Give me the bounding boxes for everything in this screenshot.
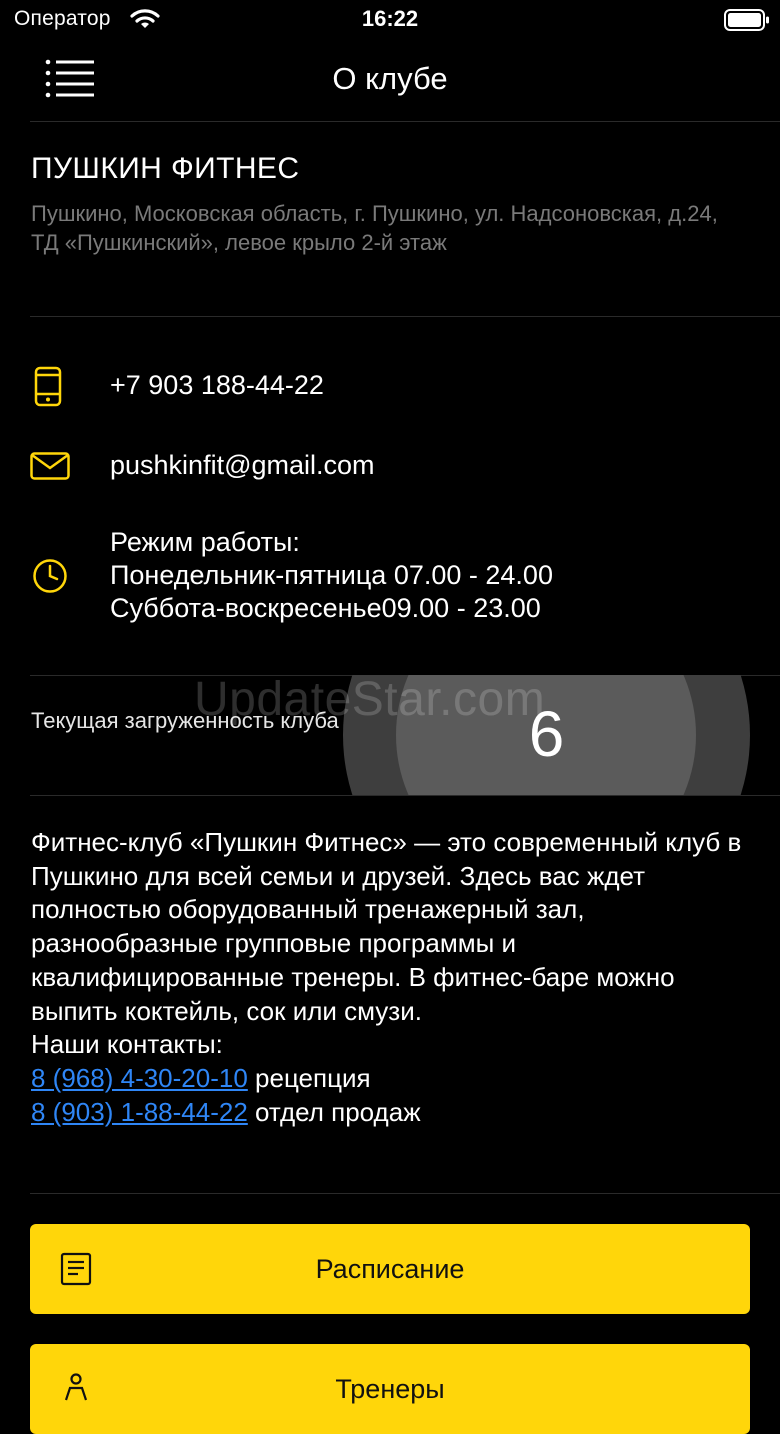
sales-label: отдел продаж [247, 1096, 421, 1127]
page-title: О клубе [332, 61, 448, 96]
trainers-button-label: Тренеры [335, 1374, 445, 1404]
watermark: UpdateStar.com [194, 673, 546, 726]
schedule-button-label: Расписание [315, 1254, 465, 1284]
working-hours: Режим работы: Понедельник-пятница 07.00 … [110, 526, 553, 625]
divider [30, 121, 780, 122]
club-email[interactable]: pushkinfit@gmail.com [110, 450, 375, 481]
club-phone[interactable]: +7 903 188-44-22 [110, 370, 324, 401]
description-text: Фитнес-клуб «Пушкин Фитнес» — это соврем… [31, 827, 742, 1026]
reception-label: рецепция [247, 1062, 371, 1093]
club-name: ПУШКИН ФИТНЕС [31, 152, 300, 185]
hours-title: Режим работы: [110, 527, 300, 557]
contact-line-sales: 8 (903) 1-88-44-22 отдел продаж [31, 1096, 761, 1130]
status-time: 16:22 [361, 6, 419, 31]
reception-phone-link[interactable]: 8 (968) 4-30-20-10 [31, 1063, 248, 1093]
contacts-heading: Наши контакты: [31, 1029, 223, 1060]
club-address: Пушкино, Московская область, г. Пушкино,… [31, 201, 718, 255]
divider [30, 316, 780, 317]
clock-icon [32, 558, 68, 599]
mail-icon [30, 452, 70, 485]
schedule-button[interactable]: Расписание [30, 1224, 750, 1314]
club-description: Фитнес-клуб «Пушкин Фитнес» — это соврем… [31, 826, 761, 1129]
navigation-bar: О клубе [0, 40, 780, 120]
divider [30, 795, 780, 796]
sales-phone-link[interactable]: 8 (903) 1-88-44-22 [31, 1097, 248, 1127]
status-bar: Оператор 16:22 [0, 0, 780, 40]
trainers-button[interactable]: Тренеры [30, 1344, 750, 1434]
battery-icon [724, 8, 770, 37]
hours-weekdays: Понедельник-пятница 07.00 - 24.00 [110, 560, 553, 590]
phone-icon [34, 366, 64, 413]
hours-weekend: Суббота-воскресенье09.00 - 23.00 [110, 593, 541, 623]
contact-line-reception: 8 (968) 4-30-20-10 рецепция [31, 1062, 761, 1096]
divider [30, 1193, 780, 1194]
